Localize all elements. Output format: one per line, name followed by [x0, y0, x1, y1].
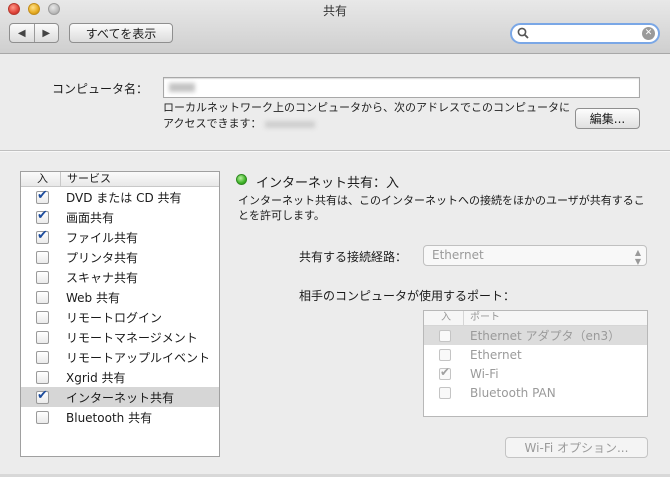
edit-button[interactable]: 編集... — [575, 108, 640, 129]
back-forward-control: ◀ ▶ — [9, 23, 59, 43]
service-checkbox[interactable] — [36, 350, 49, 364]
port-label: Wi-Fi — [470, 366, 499, 381]
service-checkbox[interactable] — [36, 388, 49, 404]
service-label: Web 共有 — [66, 290, 120, 305]
wifi-options-button[interactable]: Wi-Fi オプション... — [505, 437, 648, 458]
status-indicator-icon — [236, 174, 247, 185]
service-label: プリンタ共有 — [66, 250, 139, 265]
service-label: インターネット共有 — [66, 390, 175, 405]
column-header-on[interactable]: 入 — [21, 172, 61, 186]
computer-name-field[interactable] — [163, 77, 640, 98]
service-checkbox[interactable] — [36, 370, 49, 384]
service-label: リモートマネージメント — [66, 330, 198, 345]
window-toolbar: 共有 ◀ ▶ すべてを表示 ✕ — [0, 0, 670, 54]
service-row[interactable]: リモートマネージメント — [21, 327, 219, 347]
service-row[interactable]: ファイル共有 — [21, 227, 219, 247]
service-row[interactable]: Bluetooth 共有 — [21, 407, 219, 427]
port-checkbox[interactable] — [439, 329, 451, 342]
service-checkbox[interactable] — [36, 290, 49, 304]
service-label: DVD または CD 共有 — [66, 190, 182, 205]
service-checkbox[interactable] — [36, 310, 49, 324]
service-label: 画面共有 — [66, 210, 115, 225]
redacted-computer-name — [169, 83, 195, 92]
service-label: Bluetooth 共有 — [66, 410, 153, 425]
window-title: 共有 — [322, 4, 347, 18]
services-list: 入 サービス DVD または CD 共有画面共有ファイル共有プリンタ共有スキャナ… — [20, 171, 220, 457]
service-row[interactable]: DVD または CD 共有 — [21, 187, 219, 207]
service-checkbox[interactable] — [36, 228, 49, 244]
forward-arrow-icon[interactable]: ▶ — [33, 24, 59, 42]
service-checkbox[interactable] — [36, 270, 49, 284]
service-checkbox[interactable] — [36, 410, 49, 424]
service-label: リモートログイン — [66, 310, 163, 325]
computer-address-text: ローカルネットワーク上のコンピュータから、次のアドレスでこのコンピュータにアクセ… — [163, 101, 570, 130]
service-row[interactable]: インターネット共有 — [21, 387, 219, 407]
share-via-select[interactable]: Ethernet ▲ ▼ — [423, 245, 647, 266]
service-row[interactable]: Xgrid 共有 — [21, 367, 219, 387]
back-arrow-icon[interactable]: ◀ — [10, 24, 34, 42]
port-label: Ethernet — [470, 347, 522, 362]
service-label: Xgrid 共有 — [66, 370, 126, 385]
redacted-address — [265, 120, 316, 128]
service-checkbox[interactable] — [36, 208, 49, 224]
service-row[interactable]: スキャナ共有 — [21, 267, 219, 287]
ports-list: 入 ポート Ethernet アダプタ（en3） Ethernet Wi-Fi Blu… — [423, 310, 648, 417]
service-checkbox[interactable] — [36, 188, 49, 204]
zoom-window-button[interactable] — [48, 3, 60, 15]
computer-address-description: ローカルネットワーク上のコンピュータから、次のアドレスでこのコンピュータにアクセ… — [163, 100, 573, 132]
show-all-button[interactable]: すべてを表示 — [69, 23, 173, 43]
services-list-header: 入 サービス — [21, 172, 219, 187]
service-checkbox[interactable] — [36, 330, 49, 344]
port-checkbox[interactable] — [439, 348, 451, 361]
column-header-on[interactable]: 入 — [424, 311, 464, 325]
port-row[interactable]: Wi-Fi — [424, 364, 647, 383]
port-row[interactable]: Ethernet アダプタ（en3） — [424, 326, 647, 345]
column-header-service[interactable]: サービス — [61, 172, 111, 186]
updown-arrows-icon: ▲ ▼ — [634, 248, 641, 266]
search-input[interactable]: ✕ — [510, 23, 660, 44]
port-row[interactable]: Ethernet — [424, 345, 647, 364]
service-row[interactable]: プリンタ共有 — [21, 247, 219, 267]
share-via-value: Ethernet — [432, 248, 484, 262]
service-label: リモートアップルイベント — [66, 350, 211, 365]
port-row[interactable]: Bluetooth PAN — [424, 383, 647, 402]
clear-search-icon[interactable]: ✕ — [642, 27, 655, 40]
service-description: インターネット共有は、このインターネットへの接続をほかのユーザが共有することを許… — [238, 194, 645, 222]
port-label: Ethernet アダプタ（en3） — [470, 329, 621, 343]
column-header-port[interactable]: ポート — [464, 311, 500, 325]
service-row[interactable]: リモートログイン — [21, 307, 219, 327]
port-checkbox[interactable] — [439, 365, 451, 380]
service-row[interactable]: Web 共有 — [21, 287, 219, 307]
divider-highlight — [0, 151, 670, 152]
service-row[interactable]: リモートアップルイベント — [21, 347, 219, 367]
ports-label: 相手のコンピュータが使用するポート： — [299, 289, 516, 303]
minimize-window-button[interactable] — [28, 3, 40, 15]
service-row[interactable]: 画面共有 — [21, 207, 219, 227]
ports-list-header: 入 ポート — [424, 311, 647, 326]
close-window-button[interactable] — [8, 3, 20, 15]
port-label: Bluetooth PAN — [470, 385, 556, 400]
computer-name-label: コンピュータ名： — [52, 82, 149, 96]
service-label: ファイル共有 — [66, 230, 139, 245]
port-checkbox[interactable] — [439, 386, 451, 399]
service-label: スキャナ共有 — [66, 270, 139, 285]
share-via-label: 共有する接続経路： — [299, 250, 408, 264]
search-icon — [517, 27, 529, 39]
service-checkbox[interactable] — [36, 250, 49, 264]
service-status-title: インターネット共有：入 — [256, 176, 400, 191]
